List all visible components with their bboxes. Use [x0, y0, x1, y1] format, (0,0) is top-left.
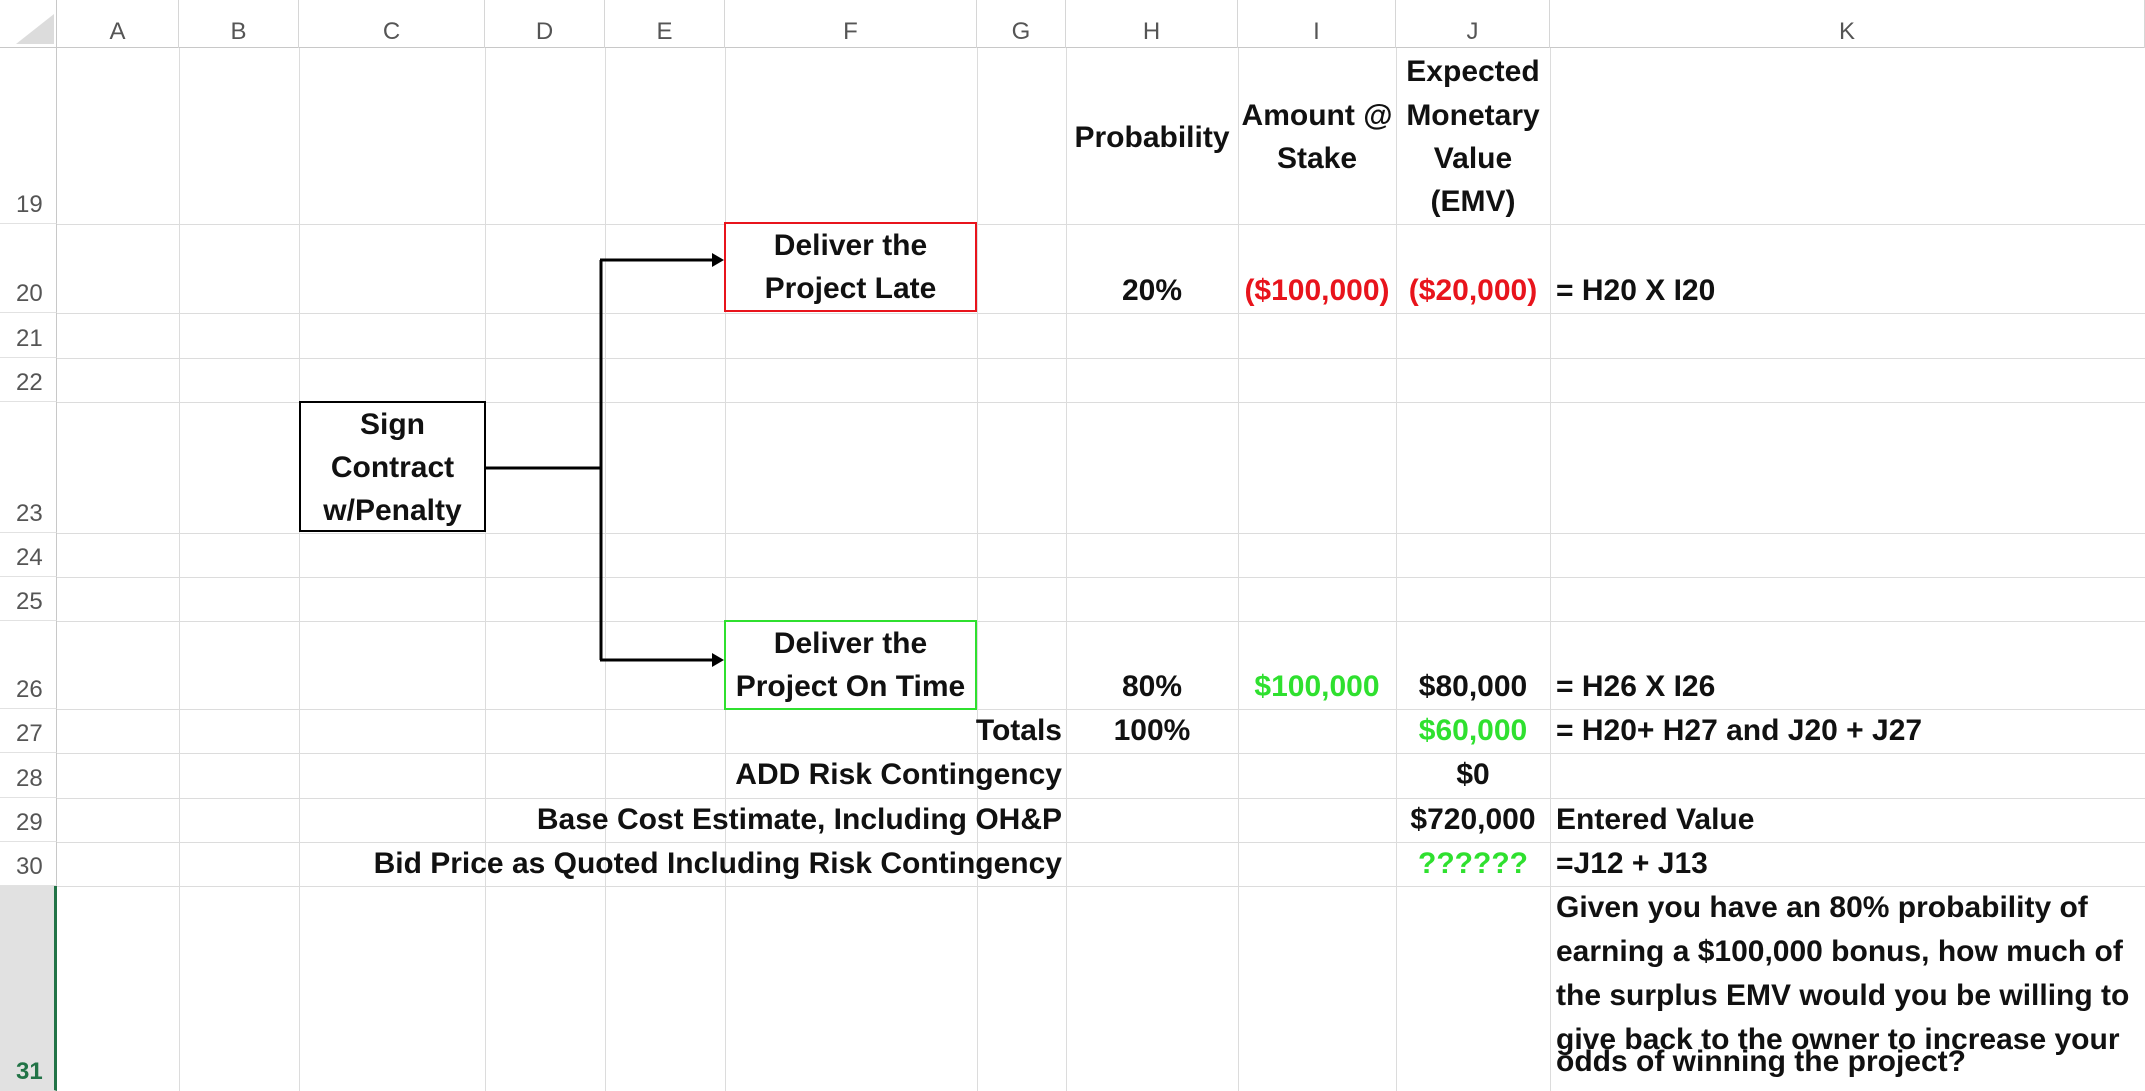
- k31-question-line5[interactable]: odds of winning the project?: [1556, 1040, 1966, 1084]
- bid-price-label[interactable]: Bid Price as Quoted Including Risk Conti…: [300, 842, 1062, 886]
- deliver-late-box[interactable]: Deliver the Project Late: [724, 222, 977, 312]
- arrow-right-icon: [712, 653, 724, 667]
- k31-question-line2[interactable]: earning a $100,000 bonus, how much of: [1556, 930, 2123, 974]
- arrow-right-icon: [712, 253, 724, 267]
- sign-contract-line3: w/Penalty: [323, 494, 462, 527]
- h26-probability[interactable]: 80%: [1066, 665, 1238, 709]
- sign-contract-box[interactable]: Sign Contract w/Penalty: [299, 401, 486, 532]
- j20-emv[interactable]: ($20,000): [1396, 269, 1550, 313]
- spreadsheet: A B C D E F G H I J K 19 20 21 22 23 24 …: [0, 0, 2145, 1091]
- deliver-late-line1: Deliver the: [773, 229, 928, 262]
- j29-base-cost[interactable]: $720,000: [1396, 798, 1550, 842]
- sign-contract-line2: Contract: [330, 451, 455, 484]
- sign-contract-line1: Sign: [360, 408, 425, 441]
- j27-emv-total[interactable]: $60,000: [1396, 709, 1550, 753]
- deliver-on-time-line1: Deliver the: [773, 627, 928, 660]
- k27-formula[interactable]: = H20+ H27 and J20 + J27: [1556, 709, 1922, 753]
- h20-probability[interactable]: 20%: [1066, 269, 1238, 313]
- k20-formula[interactable]: = H20 X I20: [1556, 269, 1715, 313]
- deliver-late-line2: Project Late: [764, 272, 937, 305]
- g27-totals-label[interactable]: Totals: [900, 709, 1062, 753]
- deliver-on-time-line2: Project On Time: [735, 670, 966, 703]
- k29-note[interactable]: Entered Value: [1556, 798, 1754, 842]
- k30-formula[interactable]: =J12 + J13: [1556, 842, 1708, 886]
- j26-emv[interactable]: $80,000: [1396, 665, 1550, 709]
- j30-bid-price[interactable]: ??????: [1396, 842, 1550, 886]
- j28-risk-contingency[interactable]: $0: [1396, 753, 1550, 797]
- deliver-on-time-box[interactable]: Deliver the Project On Time: [724, 620, 977, 710]
- h27-probability-total[interactable]: 100%: [1066, 709, 1238, 753]
- k26-formula[interactable]: = H26 X I26: [1556, 665, 1715, 709]
- i26-amount[interactable]: $100,000: [1238, 665, 1396, 709]
- i20-amount[interactable]: ($100,000): [1238, 269, 1396, 313]
- k31-question-line1[interactable]: Given you have an 80% probability of: [1556, 886, 2088, 930]
- risk-contingency-label[interactable]: ADD Risk Contingency: [500, 753, 1062, 797]
- k31-question-line3[interactable]: the surplus EMV would you be willing to: [1556, 974, 2129, 1018]
- base-cost-label[interactable]: Base Cost Estimate, Including OH&P: [400, 798, 1062, 842]
